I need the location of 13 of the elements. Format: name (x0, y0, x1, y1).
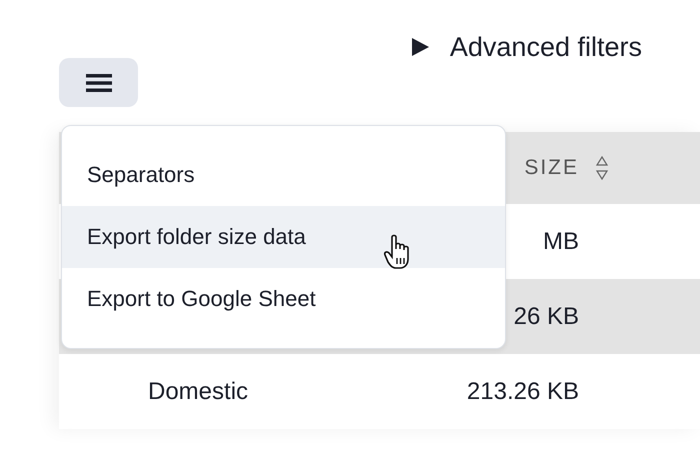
triangle-icon (410, 37, 430, 57)
table-cell: MB (543, 228, 579, 254)
menu-icon (86, 72, 112, 92)
table-cell: 26 KB (514, 302, 579, 330)
menu-button[interactable] (59, 58, 138, 107)
sort-icon[interactable] (595, 155, 609, 181)
menu-item[interactable]: Export folder size data (62, 206, 505, 268)
menu-item[interactable]: Separators (62, 144, 505, 206)
advanced-filters-toggle[interactable]: Advanced filters (410, 36, 642, 58)
menu-item[interactable]: Export to Google Sheet (62, 268, 505, 330)
column-header: SIZE (524, 156, 579, 179)
table-cell: 213.26 KB (466, 378, 579, 404)
table-cell: Domestic (148, 378, 248, 404)
